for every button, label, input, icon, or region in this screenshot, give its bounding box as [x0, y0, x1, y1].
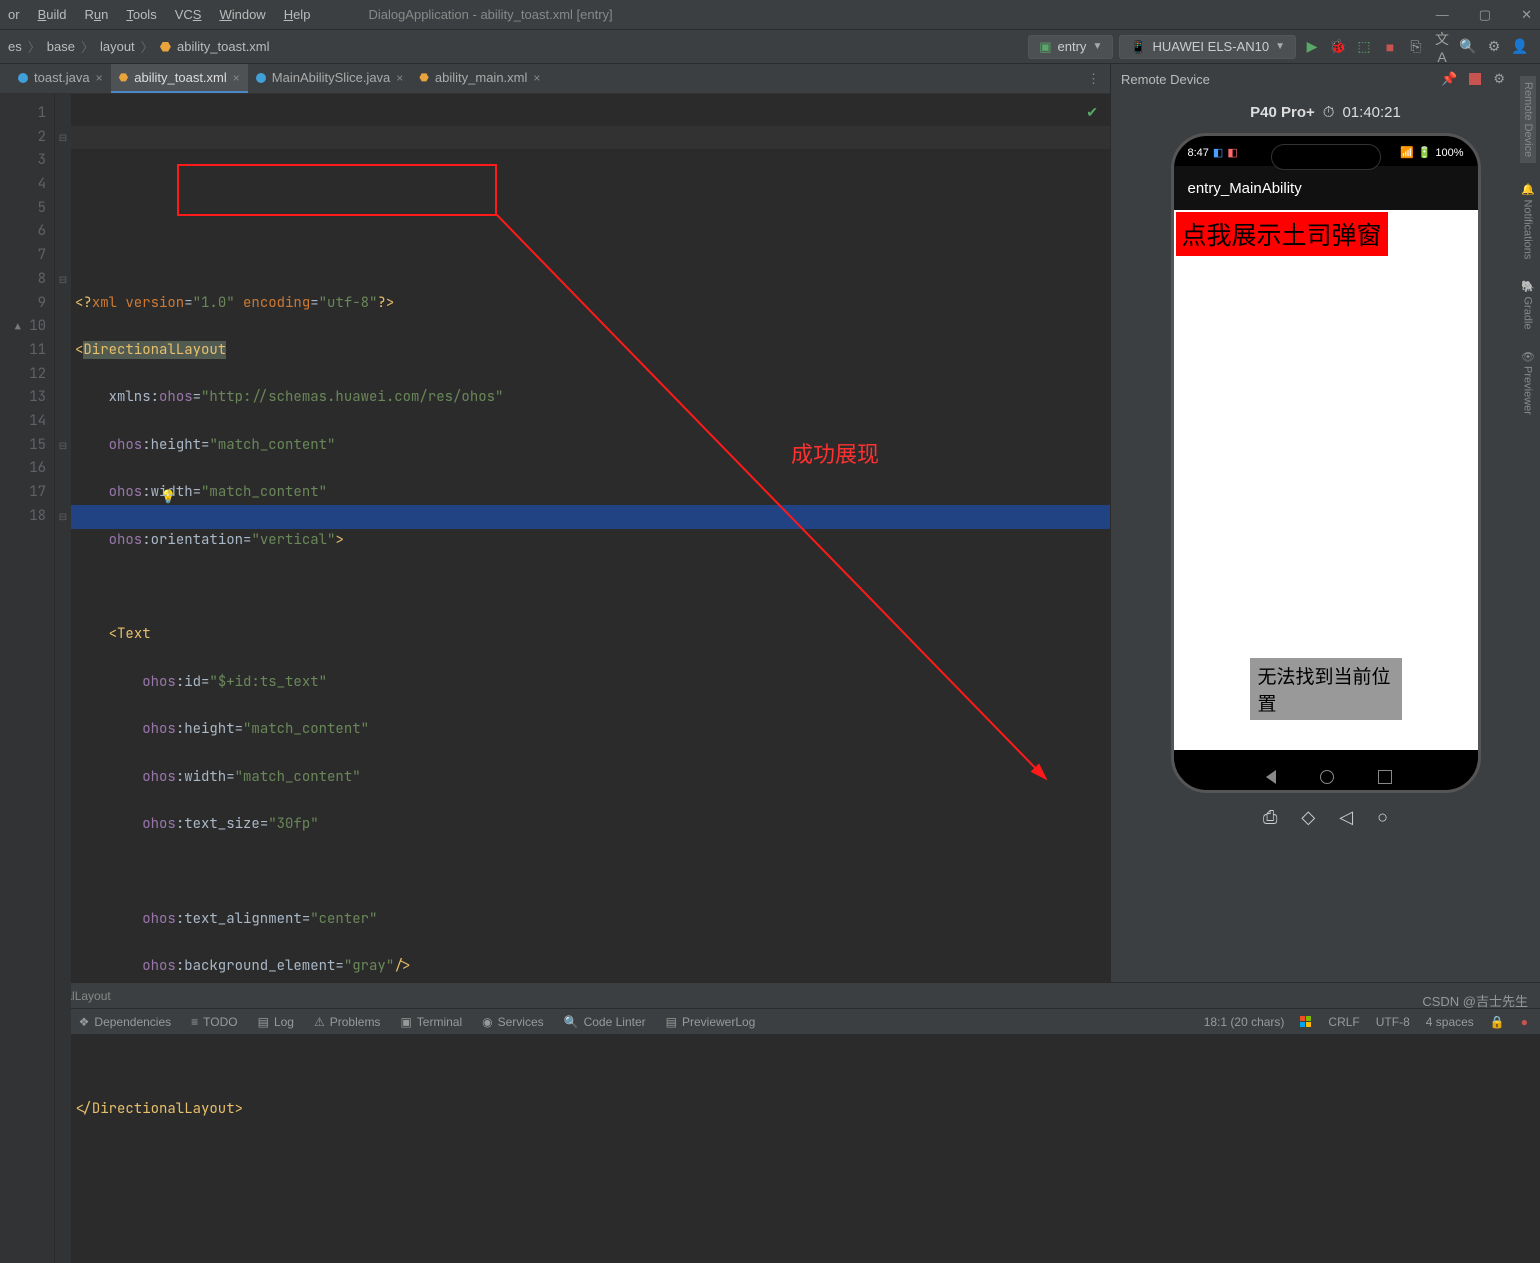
editor-pane: toast.java× ⬣ability_toast.xml× MainAbil…	[0, 64, 1110, 982]
device-frame: 8:47◧◧ 📶🔋100% entry_MainAbility 点我展示土司弹窗…	[1171, 133, 1481, 793]
device-selector[interactable]: 📱HUAWEI ELS-AN10▼	[1119, 35, 1296, 59]
screenshot-icon[interactable]: ⎙	[1263, 807, 1277, 828]
xml-icon: ⬣	[419, 71, 429, 84]
menu-vcs[interactable]: VCS	[175, 7, 202, 22]
annotation-box	[177, 164, 497, 216]
error-indicator-icon[interactable]: ●	[1521, 1015, 1528, 1029]
app-screen[interactable]: 点我展示土司弹窗 无法找到当前位置	[1174, 210, 1478, 750]
java-icon	[256, 73, 266, 83]
avatar-icon[interactable]: 👤	[1510, 38, 1530, 55]
menu-window[interactable]: Window	[219, 7, 265, 22]
annotation-label: 成功展现	[791, 443, 879, 467]
recent-icon[interactable]	[1378, 770, 1392, 784]
minimize-icon[interactable]: —	[1436, 7, 1449, 23]
menu-run[interactable]: Run	[84, 7, 108, 22]
menu-help[interactable]: Help	[284, 7, 311, 22]
xml-icon: ⬣	[119, 71, 129, 84]
tab-mainability[interactable]: MainAbilitySlice.java×	[248, 64, 412, 93]
xml-file-icon: ⬣	[160, 39, 171, 55]
menubar: or Build Run Tools VCS Window Help Dialo…	[0, 0, 1540, 30]
run-icon[interactable]: ▶	[1302, 38, 1322, 55]
toast-trigger-button[interactable]: 点我展示土司弹窗	[1176, 212, 1388, 256]
breadcrumb: es〉 base〉 layout〉 ⬣ ability_toast.xml	[0, 37, 270, 56]
java-icon	[18, 73, 28, 83]
window-title: DialogApplication - ability_toast.xml [e…	[368, 7, 612, 22]
line-ending[interactable]: CRLF	[1328, 1015, 1359, 1029]
rail-previewer[interactable]: 👁 Previewer	[1522, 349, 1535, 415]
rail-notifications[interactable]: 🔔 Notifications	[1522, 183, 1535, 259]
coverage-icon[interactable]: ⬚	[1354, 38, 1374, 55]
back-ctrl-icon[interactable]: ◁	[1339, 807, 1353, 828]
watermark: CSDN @吉士先生	[1422, 991, 1528, 1010]
close-icon[interactable]: ×	[96, 71, 103, 85]
inspection-ok-icon[interactable]: ✔	[1086, 102, 1098, 126]
ms-logo-icon	[1300, 1016, 1312, 1028]
git-icon[interactable]: ⎘	[1406, 38, 1426, 55]
lock-icon[interactable]: 🔒	[1490, 1015, 1505, 1029]
menu-tools[interactable]: Tools	[126, 7, 156, 22]
back-icon[interactable]	[1259, 770, 1276, 784]
close-icon[interactable]: ×	[233, 71, 240, 85]
fold-gutter: ⊟ ⊟ ⊟ ⊟	[55, 94, 71, 1263]
gear-icon[interactable]: ⚙	[1493, 71, 1505, 87]
rotate-icon[interactable]: ◇	[1301, 807, 1315, 828]
app-titlebar: entry_MainAbility	[1174, 166, 1478, 210]
battery-icon: 🔋	[1418, 146, 1432, 159]
search-icon[interactable]: 🔍	[1458, 38, 1478, 55]
menu-build[interactable]: Build	[38, 7, 67, 22]
line-gutter: 123456789▲ 101112131415161718	[0, 94, 55, 1263]
editor-tabs: toast.java× ⬣ability_toast.xml× MainAbil…	[0, 64, 1110, 94]
pin-icon[interactable]: 📌	[1441, 71, 1457, 87]
phone-notch	[1271, 144, 1381, 170]
right-tool-rail: Remote Device 🔔 Notifications 🐘 Gradle 👁…	[1516, 64, 1540, 415]
phone-navbar	[1174, 770, 1478, 784]
close-icon[interactable]: ✕	[1521, 7, 1532, 23]
encoding[interactable]: UTF-8	[1376, 1015, 1410, 1029]
home-icon[interactable]	[1320, 770, 1334, 784]
device-controls: ⎙ ◇ ◁ ○	[1263, 807, 1388, 828]
close-icon[interactable]: ×	[396, 71, 403, 85]
device-label: P40 Pro+ ⏱ 01:40:21	[1250, 104, 1401, 121]
close-icon[interactable]: ×	[533, 71, 540, 85]
cursor-position[interactable]: 18:1 (20 chars)	[1204, 1015, 1285, 1029]
debug-icon[interactable]: 🐞	[1328, 38, 1348, 55]
preview-pane: Remote Device 📌 ⚙ — P40 Pro+ ⏱ 01:40:21 …	[1110, 64, 1540, 982]
tab-toast-java[interactable]: toast.java×	[10, 64, 111, 93]
toast-message: 无法找到当前位置	[1250, 658, 1402, 720]
wifi-icon: 📶	[1400, 146, 1414, 159]
translate-icon[interactable]: 文A	[1432, 29, 1452, 65]
tab-overflow-icon[interactable]: ⋮	[1077, 65, 1110, 93]
menu-or[interactable]: or	[8, 7, 20, 22]
stop-icon[interactable]: ■	[1380, 39, 1400, 55]
settings-icon[interactable]: ⚙	[1484, 38, 1504, 55]
maximize-icon[interactable]: ▢	[1479, 7, 1491, 23]
preview-title: Remote Device	[1121, 72, 1210, 87]
rail-remote-device[interactable]: Remote Device	[1520, 76, 1536, 163]
stop-button[interactable]	[1469, 73, 1481, 85]
crumb-file[interactable]: ability_toast.xml	[177, 39, 269, 54]
toolbar: es〉 base〉 layout〉 ⬣ ability_toast.xml ▣e…	[0, 30, 1540, 64]
indent[interactable]: 4 spaces	[1426, 1015, 1474, 1029]
home-ctrl-icon[interactable]: ○	[1377, 807, 1388, 828]
tab-ability-main[interactable]: ⬣ability_main.xml×	[411, 64, 548, 93]
crumb-es[interactable]: es	[8, 39, 22, 54]
tab-ability-toast[interactable]: ⬣ability_toast.xml×	[111, 64, 248, 93]
timer-icon: ⏱	[1323, 104, 1335, 121]
module-selector[interactable]: ▣entry▼	[1028, 35, 1113, 59]
crumb-base[interactable]: base	[47, 39, 75, 54]
rail-gradle[interactable]: 🐘 Gradle	[1522, 280, 1535, 330]
code-editor[interactable]: 123456789▲ 101112131415161718 ⊟ ⊟ ⊟ ⊟ ✔ …	[0, 94, 1110, 1263]
crumb-layout[interactable]: layout	[100, 39, 135, 54]
